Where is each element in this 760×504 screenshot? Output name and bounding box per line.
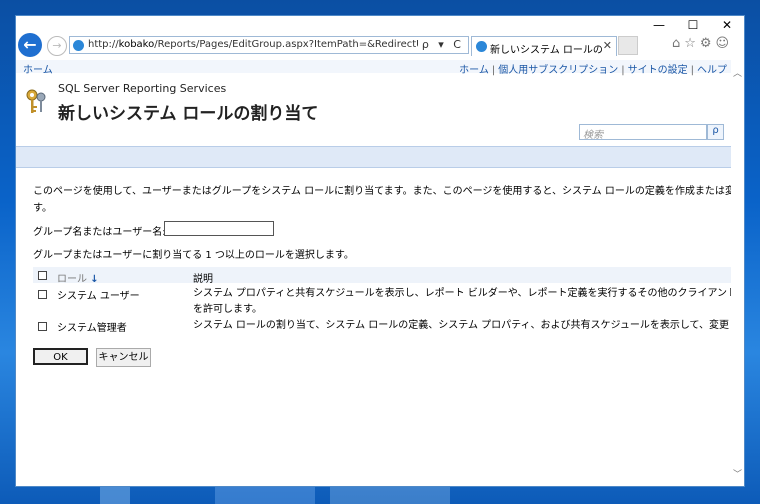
maximize-button[interactable]: ☐ xyxy=(678,18,708,34)
role-checkbox-system-admin[interactable] xyxy=(38,322,47,331)
sort-down-icon: ↓ xyxy=(90,274,99,285)
role-instruction: グループまたはユーザーに割り当てる 1 つ以上のロールを選択します。 xyxy=(33,250,354,261)
description-line-1: このページを使用して、ユーザーまたはグループをシステム ロールに割り当てます。ま… xyxy=(33,186,731,197)
address-bar[interactable]: http://kobako/Reports/Pages/EditGroup.as… xyxy=(69,36,469,54)
role-description-line: システム ロールの割り当て、システム ロールの定義、システム プロパティ、および… xyxy=(193,320,731,331)
description-line-2: す。 xyxy=(33,203,52,214)
role-description-line: を許可します。 xyxy=(193,304,262,315)
header-band xyxy=(16,146,731,168)
group-name-field[interactable] xyxy=(164,221,274,236)
description-column-header: 説明 xyxy=(193,274,213,285)
table-header xyxy=(33,267,731,283)
tab-label: 新しいシステム ロールの割り当... xyxy=(490,45,602,56)
home-link-left[interactable]: ホーム xyxy=(23,61,53,76)
role-name: システム ユーザー xyxy=(57,291,140,302)
minimize-button[interactable]: — xyxy=(644,18,674,34)
product-brand: SQL Server Reporting Services xyxy=(58,82,227,95)
page-title: 新しいシステム ロールの割り当て xyxy=(58,104,319,124)
back-arrow-icon[interactable]: ← xyxy=(18,33,42,57)
help-link[interactable]: ヘルプ xyxy=(697,65,727,76)
search-placeholder: 検索 xyxy=(583,130,603,141)
browser-right-tools[interactable]: ⌂☆⚙☺ xyxy=(672,36,733,51)
role-name: システム管理者 xyxy=(57,323,127,334)
cancel-button[interactable]: キャンセル xyxy=(96,348,151,367)
address-tools[interactable]: ρ ▾ C xyxy=(422,38,464,51)
role-description-line: システム プロパティと共有スケジュールを表示し、レポート ビルダーや、レポート定… xyxy=(193,288,731,299)
search-button[interactable]: ρ xyxy=(707,124,724,140)
top-right-links: ホーム | 個人用サブスクリプション | サイトの設定 | ヘルプ xyxy=(459,65,727,76)
ie-favicon-icon xyxy=(476,41,487,52)
search-icon: ρ xyxy=(712,125,719,136)
role-header-label: ロール xyxy=(57,274,87,285)
group-name-label: グループ名またはユーザー名: xyxy=(33,227,166,238)
keys-icon xyxy=(26,89,46,113)
ok-button[interactable]: OK xyxy=(33,348,88,365)
scroll-up-icon[interactable]: ︿ xyxy=(733,66,742,79)
role-checkbox-system-user[interactable] xyxy=(38,290,47,299)
title-bar: — ☐ ✕ xyxy=(16,16,744,36)
new-tab-button[interactable] xyxy=(618,36,638,55)
role-description: システム プロパティと共有スケジュールを表示し、レポート ビルダーや、レポート定… xyxy=(193,286,731,318)
tab-active[interactable]: 新しいシステム ロールの割り当... ✕ xyxy=(471,36,617,56)
search-input[interactable]: 検索 xyxy=(579,124,707,141)
role-description: システム ロールの割り当て、システム ロールの定義、システム プロパティ、および… xyxy=(193,318,731,334)
browser-toolbar: ← → http://kobako/Reports/Pages/EditGrou… xyxy=(16,33,744,60)
desktop-streak xyxy=(100,485,130,504)
forward-arrow-icon[interactable]: → xyxy=(47,36,67,56)
page-content: ホーム ホーム | 個人用サブスクリプション | サイトの設定 | ヘルプ SQL Serv… xyxy=(16,60,731,486)
close-window-button[interactable]: ✕ xyxy=(712,18,742,34)
browser-window: — ☐ ✕ ← → http://kobako/Reports/Pages/Ed… xyxy=(15,15,745,487)
page-description: このページを使用して、ユーザーまたはグループをシステム ロールに割り当てます。ま… xyxy=(33,183,731,217)
vertical-scrollbar[interactable]: ︿ ﹀ xyxy=(731,60,744,486)
tab-close-icon[interactable]: ✕ xyxy=(603,39,612,52)
home-link[interactable]: ホーム xyxy=(459,65,489,76)
my-subscriptions-link[interactable]: 個人用サブスクリプション xyxy=(498,65,618,76)
ie-favicon-icon xyxy=(73,40,84,51)
top-navigation: ホーム ホーム | 個人用サブスクリプション | サイトの設定 | ヘルプ xyxy=(16,60,731,76)
address-url[interactable]: http://kobako/Reports/Pages/EditGroup.as… xyxy=(88,39,418,50)
select-all-checkbox[interactable] xyxy=(38,271,47,280)
role-column-header[interactable]: ロール ↓ xyxy=(57,270,99,285)
scroll-down-icon[interactable]: ﹀ xyxy=(733,467,742,480)
site-settings-link[interactable]: サイトの設定 xyxy=(628,65,688,76)
